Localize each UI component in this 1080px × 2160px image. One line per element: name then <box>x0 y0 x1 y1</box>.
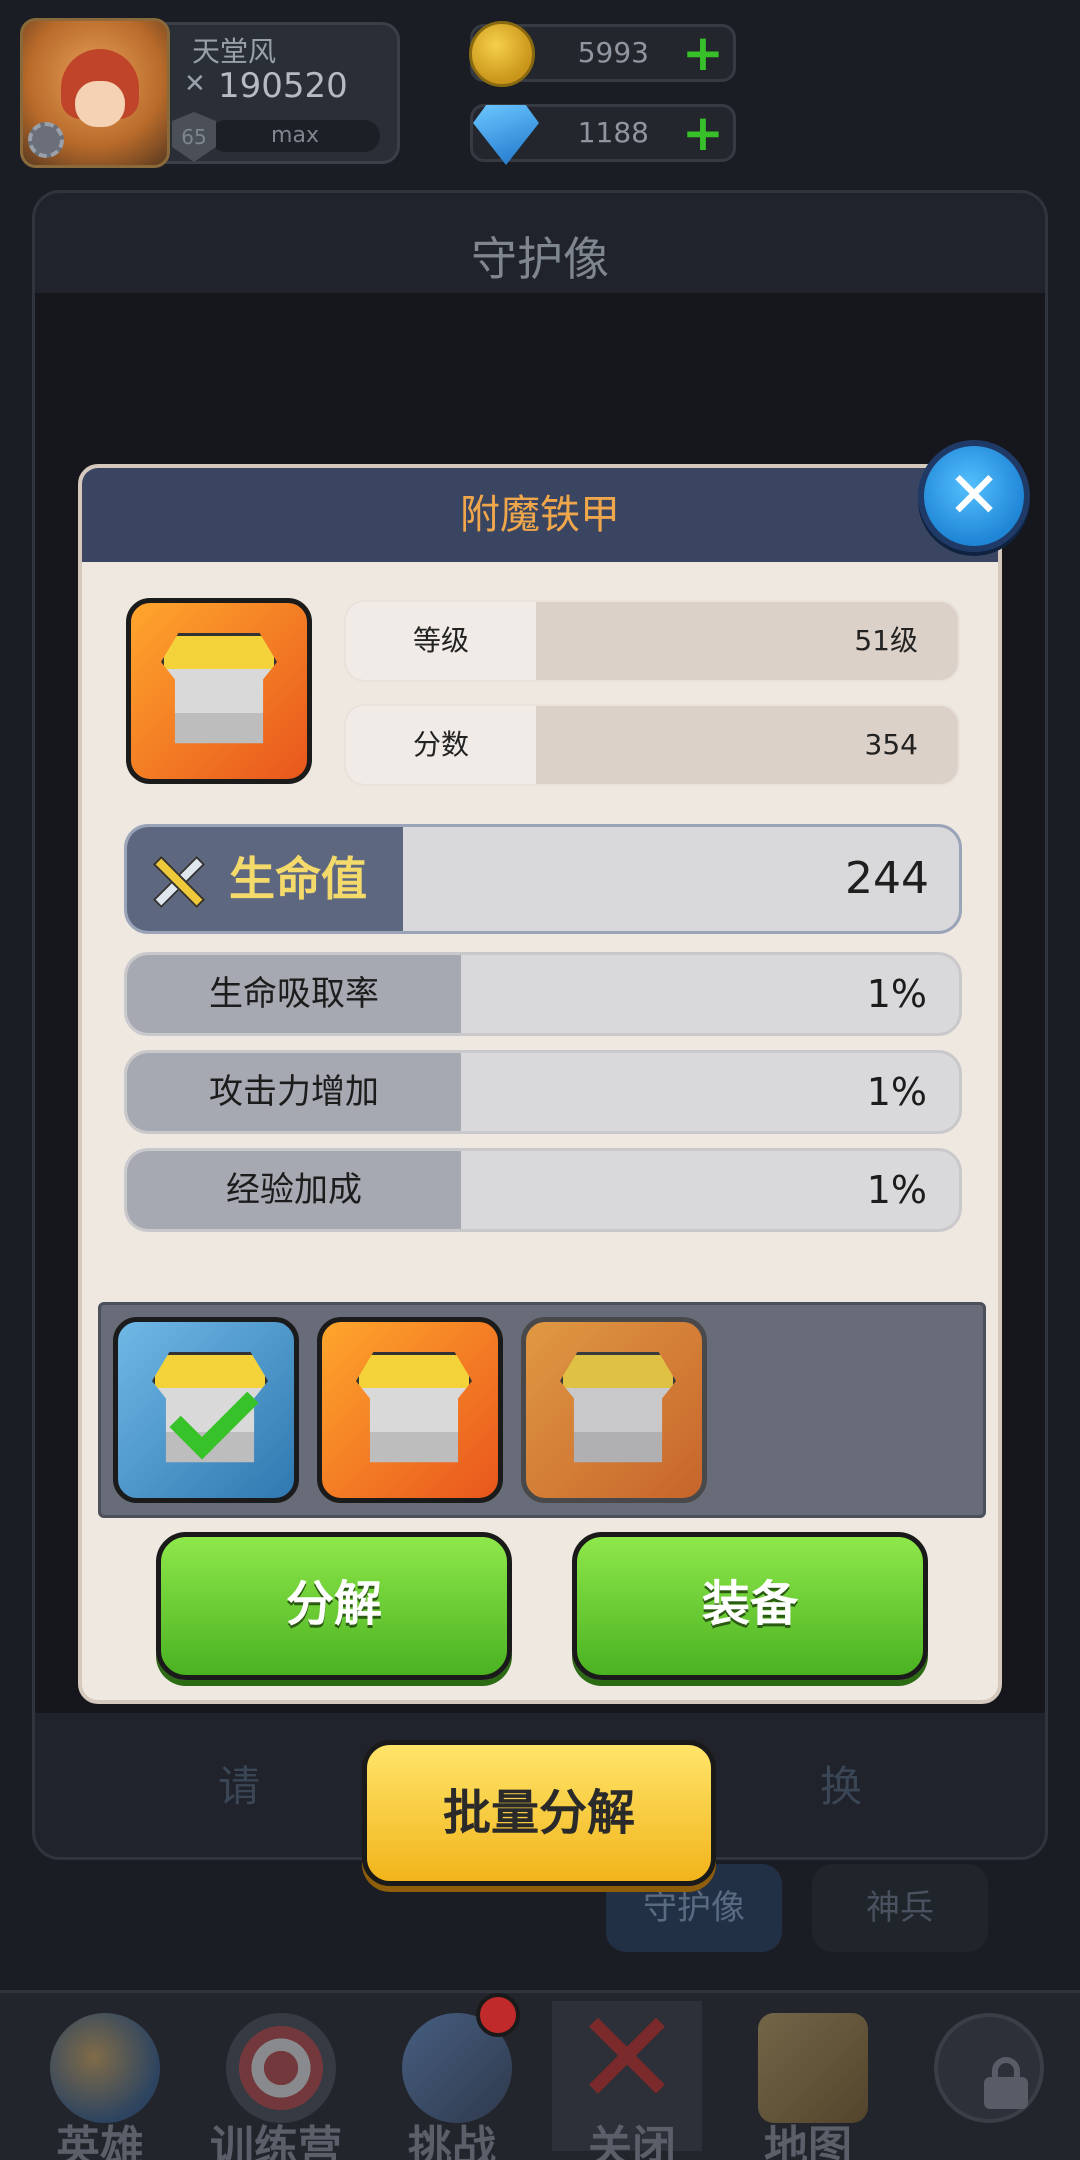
player-power: 190520 <box>218 66 348 106</box>
nav-map-label: 地图 <box>764 2122 852 2160</box>
nav-map[interactable]: 地图 <box>728 1993 888 2160</box>
sub-stat-row: 攻击力增加 1% <box>124 1050 962 1134</box>
level-value: 51级 <box>854 624 918 657</box>
level-label: 等级 <box>412 624 469 657</box>
exp-bar: max <box>210 120 380 152</box>
main-stat-label: 生命值 <box>229 852 367 906</box>
nav-training-camp[interactable]: 训练营 <box>196 1993 356 2160</box>
modal-close-button[interactable]: ✕ <box>918 440 1030 552</box>
main-stat-value: 244 <box>845 853 929 904</box>
hint-text-end: 换 <box>820 1762 863 1811</box>
close-icon: ✕ <box>947 459 1001 533</box>
main-stat-hp: 生命值 244 <box>124 824 962 934</box>
equipment-slot-equipped[interactable] <box>113 1317 299 1503</box>
coin-icon <box>469 21 535 87</box>
lock-icon <box>984 2057 1028 2109</box>
gem-value: 1188 <box>577 116 649 149</box>
equip-button[interactable]: 装备 <box>572 1532 928 1680</box>
armor-icon <box>161 633 277 744</box>
nav-heroes-label: 英雄 <box>56 2122 144 2160</box>
bottom-navigation: 英雄 训练营 挑战 ✕ 关闭 地图 <box>0 1990 1080 2160</box>
sub-stat-value: 1% <box>866 972 927 1016</box>
heroes-icon <box>50 2013 160 2123</box>
info-row-score: 分数 354 <box>344 704 960 786</box>
coin-counter: 5993 + <box>469 21 736 87</box>
nav-challenge-label: 挑战 <box>408 2122 496 2160</box>
armor-icon <box>560 1352 676 1463</box>
sub-stat-label: 攻击力增加 <box>209 1072 379 1112</box>
gem-counter: 1188 + <box>470 104 736 165</box>
equipment-slot-list <box>98 1302 986 1518</box>
sub-stat-label: 经验加成 <box>226 1170 362 1210</box>
nav-training-label: 训练营 <box>210 2122 342 2160</box>
add-coins-plus-icon[interactable]: + <box>681 28 725 78</box>
training-camp-icon <box>226 2013 336 2123</box>
power-icon: ✕ <box>184 69 206 99</box>
sub-stat-row: 经验加成 1% <box>124 1148 962 1232</box>
decompose-button[interactable]: 分解 <box>156 1532 512 1680</box>
item-detail-modal: 附魔铁甲 等级 51级 分数 354 生命值 244 生命吸取率 1% 攻击力增… <box>78 464 1002 1704</box>
sub-stat-label: 生命吸取率 <box>209 974 379 1014</box>
decompose-button-label: 分解 <box>285 1576 382 1632</box>
locked-slot-icon <box>934 2013 1044 2123</box>
notification-dot <box>476 1993 520 2037</box>
nav-heroes[interactable]: 英雄 <box>20 1993 180 2160</box>
nav-locked[interactable] <box>904 1993 1064 2160</box>
nav-close-label: 关闭 <box>588 2122 676 2160</box>
hint-text-start: 请 <box>217 1762 260 1811</box>
sub-stat-row: 生命吸取率 1% <box>124 952 962 1036</box>
score-label: 分数 <box>412 728 469 761</box>
sub-stat-value: 1% <box>866 1168 927 1212</box>
modal-title: 附魔铁甲 <box>460 492 620 538</box>
crossed-swords-icon <box>147 851 209 913</box>
coin-value: 5993 <box>577 36 649 69</box>
equipment-slot[interactable] <box>317 1317 503 1503</box>
tab-divine-weapon[interactable]: 神兵 <box>812 1864 988 1952</box>
score-value: 354 <box>864 728 918 761</box>
avatar-face <box>75 81 125 127</box>
guardian-panel-title: 守护像 <box>471 232 609 286</box>
nav-close[interactable]: ✕ 关闭 <box>552 1993 712 2160</box>
map-icon <box>758 2013 868 2123</box>
batch-decompose-button[interactable]: 批量分解 <box>362 1740 716 1886</box>
info-row-level: 等级 51级 <box>344 600 960 682</box>
close-icon: ✕ <box>572 1982 682 2134</box>
player-name: 天堂风 <box>192 35 277 68</box>
gear-icon[interactable] <box>28 122 64 158</box>
sub-stat-value: 1% <box>866 1070 927 1114</box>
batch-decompose-label: 批量分解 <box>442 1785 635 1841</box>
equip-button-label: 装备 <box>701 1576 798 1632</box>
add-gems-plus-icon[interactable]: + <box>681 108 725 158</box>
armor-icon <box>356 1352 472 1463</box>
modal-header: 附魔铁甲 <box>82 468 998 562</box>
equipment-slot-selected[interactable] <box>521 1317 707 1503</box>
item-armor-icon <box>126 598 312 784</box>
nav-challenge[interactable]: 挑战 <box>372 1993 532 2160</box>
exp-text: max <box>271 123 319 148</box>
gem-icon <box>473 105 539 165</box>
